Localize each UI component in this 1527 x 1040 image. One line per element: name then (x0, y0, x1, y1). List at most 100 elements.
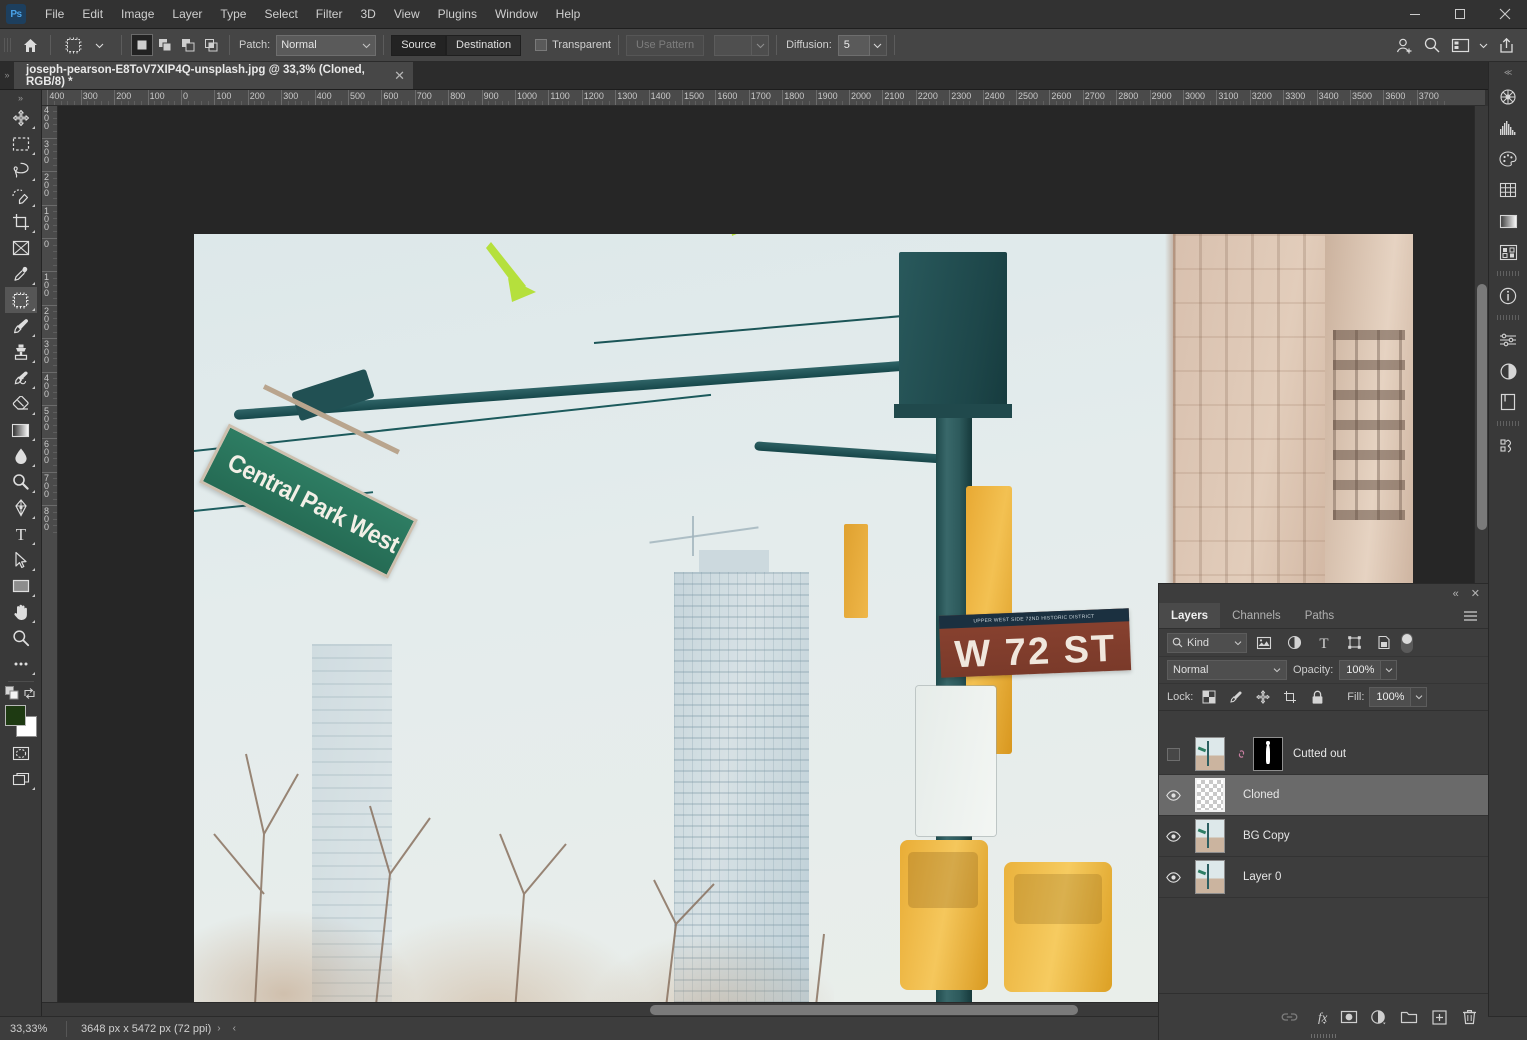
menu-image[interactable]: Image (112, 3, 163, 25)
transparent-checkbox-group[interactable]: Transparent (535, 39, 611, 51)
tab-channels[interactable]: Channels (1220, 603, 1293, 628)
home-icon[interactable] (17, 33, 43, 57)
canvas-horizontal-scroll-thumb[interactable] (650, 1005, 1078, 1015)
layer-list[interactable]: Cutted out Cloned BG Copy Layer 0 (1159, 734, 1488, 993)
new-group-button[interactable] (1396, 1004, 1422, 1030)
eyedropper-tool[interactable] (5, 261, 37, 287)
add-to-selection-button[interactable] (154, 34, 176, 56)
lock-position-icon[interactable] (1252, 687, 1274, 707)
horizontal-ruler[interactable]: 400 300 200 100 0 100 200 300 400 500 600 700 800 900… (42, 90, 1485, 106)
diffusion-chevron-down-icon[interactable] (869, 34, 887, 56)
info-icon[interactable] (1493, 281, 1523, 311)
tools-panel-grip[interactable]: » (13, 92, 29, 104)
clone-stamp-tool[interactable] (5, 339, 37, 365)
panel-menu-icon[interactable] (1463, 603, 1488, 628)
options-bar-grip[interactable] (4, 34, 13, 56)
swap-colors-icon[interactable] (23, 687, 36, 700)
new-layer-button[interactable] (1426, 1004, 1452, 1030)
menu-3d[interactable]: 3D (351, 3, 384, 25)
tab-paths[interactable]: Paths (1293, 603, 1346, 628)
histogram-icon[interactable] (1493, 113, 1523, 143)
filter-shape-layers-icon[interactable] (1341, 632, 1367, 654)
layer-name[interactable]: Cloned (1233, 789, 1279, 801)
eraser-tool[interactable] (5, 391, 37, 417)
add-layer-mask-button[interactable] (1336, 1004, 1362, 1030)
foreground-color-swatch[interactable] (4, 705, 26, 726)
menu-select[interactable]: Select (255, 3, 306, 25)
adjustments-icon[interactable] (1493, 325, 1523, 355)
layer-thumbnail[interactable] (1187, 737, 1233, 771)
tab-bar-grip[interactable]: » (0, 61, 14, 89)
fill-value[interactable]: 100% (1369, 687, 1412, 707)
menu-window[interactable]: Window (486, 3, 547, 25)
opacity-value[interactable]: 100% (1339, 660, 1382, 680)
rectangular-marquee-tool[interactable] (5, 131, 37, 157)
move-tool[interactable] (5, 105, 37, 131)
type-tool[interactable]: T (5, 521, 37, 547)
dodge-tool[interactable] (5, 469, 37, 495)
filter-enable-toggle[interactable] (1401, 632, 1415, 654)
pattern-picker-chevron-down-icon[interactable] (752, 34, 770, 56)
filter-smart-object-icon[interactable] (1371, 632, 1397, 654)
crop-tool[interactable] (5, 209, 37, 235)
patterns-grid-icon[interactable] (1493, 175, 1523, 205)
table-row[interactable]: Layer 0 (1159, 857, 1488, 898)
delete-layer-button[interactable] (1456, 1004, 1482, 1030)
layer-name[interactable]: Layer 0 (1233, 871, 1281, 883)
lock-image-pixels-icon[interactable] (1225, 687, 1247, 707)
table-row[interactable]: BG Copy (1159, 816, 1488, 857)
swatches-icon[interactable] (1493, 144, 1523, 174)
layer-thumbnail[interactable] (1187, 819, 1233, 853)
pattern-preview[interactable] (714, 34, 753, 56)
filter-type-layers-icon[interactable]: T (1311, 632, 1337, 654)
layer-visibility-toggle[interactable] (1159, 871, 1187, 883)
layer-visibility-toggle[interactable] (1159, 789, 1187, 801)
quick-selection-tool[interactable] (5, 183, 37, 209)
share-icon[interactable] (1493, 33, 1519, 57)
maximize-button[interactable] (1437, 0, 1482, 29)
canvas-vertical-scroll-thumb[interactable] (1477, 284, 1487, 530)
layer-name[interactable]: Cutted out (1283, 748, 1346, 760)
table-row[interactable]: Cloned (1159, 775, 1488, 816)
hand-tool[interactable] (5, 599, 37, 625)
close-panel-icon[interactable]: ✕ (1471, 587, 1480, 600)
patch-destination-button[interactable]: Destination (446, 34, 522, 56)
patch-tool[interactable] (4, 287, 37, 313)
close-button[interactable] (1482, 0, 1527, 29)
use-pattern-button[interactable]: Use Pattern (626, 34, 705, 56)
transparent-checkbox[interactable] (535, 39, 548, 51)
lock-artboard-nesting-icon[interactable] (1279, 687, 1301, 707)
shapes-icon[interactable] (1493, 237, 1523, 267)
layer-thumbnail[interactable] (1187, 860, 1233, 894)
tool-preset-picker[interactable] (58, 33, 114, 57)
default-colors-icon[interactable] (5, 686, 19, 700)
workspace-icon[interactable] (1447, 33, 1473, 57)
zoom-tool[interactable] (5, 625, 37, 651)
status-next-icon[interactable]: › (211, 1023, 226, 1034)
lock-transparent-pixels-icon[interactable] (1198, 687, 1220, 707)
gradient-tool[interactable] (5, 417, 37, 443)
minimize-button[interactable] (1392, 0, 1437, 29)
menu-type[interactable]: Type (211, 3, 255, 25)
screen-mode-toggle[interactable] (5, 766, 37, 792)
path-selection-tool[interactable] (5, 547, 37, 573)
document-tab[interactable]: joseph-pearson-E8ToV7XIP4Q-unsplash.jpg … (14, 62, 414, 89)
table-row[interactable]: Cutted out (1159, 734, 1488, 775)
diffusion-value[interactable]: 5 (837, 34, 870, 56)
fill-chevron-down-icon[interactable] (1411, 687, 1428, 707)
menu-edit[interactable]: Edit (73, 3, 112, 25)
layer-thumbnail[interactable] (1187, 778, 1233, 812)
subtract-from-selection-button[interactable] (177, 34, 199, 56)
collapse-panel-icon[interactable]: « (1453, 588, 1459, 600)
workspace-chevron-down-icon[interactable] (1475, 33, 1491, 57)
tool-preset-chevron-down-icon[interactable] (86, 33, 112, 57)
filter-kind-select[interactable]: Kind (1167, 632, 1247, 653)
add-user-icon[interactable] (1391, 33, 1417, 57)
blur-tool[interactable] (5, 443, 37, 469)
panel-resize-grip[interactable] (1159, 1032, 1488, 1040)
menu-filter[interactable]: Filter (307, 3, 352, 25)
blend-mode-select[interactable]: Normal (1167, 660, 1287, 680)
pen-tool[interactable] (5, 495, 37, 521)
link-layers-button[interactable] (1276, 1004, 1302, 1030)
edit-toolbar-more[interactable] (5, 651, 37, 677)
